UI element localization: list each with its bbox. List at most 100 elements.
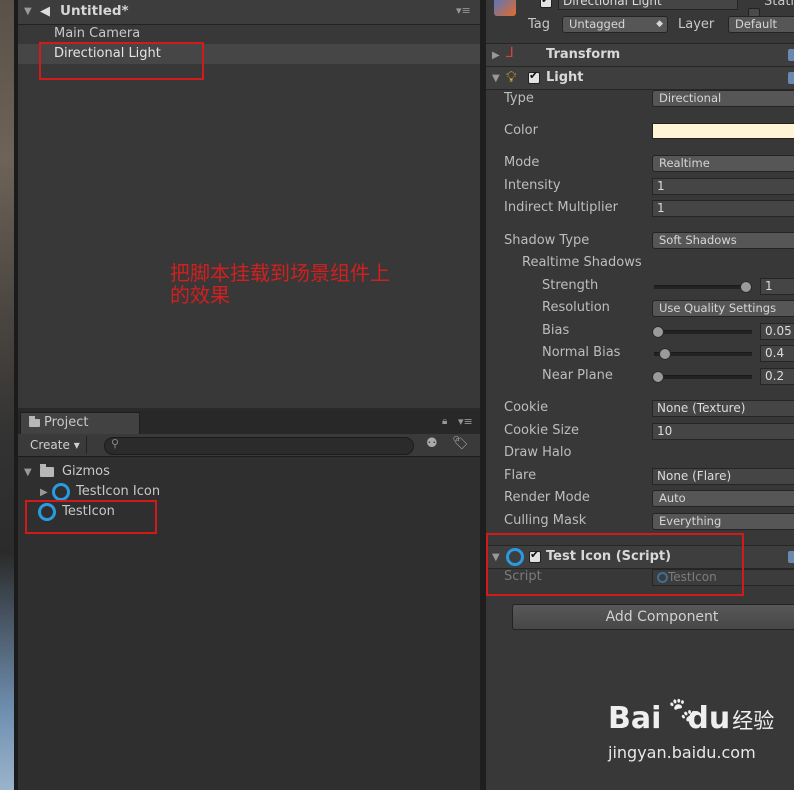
transform-header[interactable]: ▶ ⅃ Transform [486,43,794,67]
testicon-icon [51,482,70,501]
create-button[interactable]: Create ▾ [24,436,87,454]
folder-icon [39,463,54,477]
watermark-url: jingyan.baidu.com [608,743,756,762]
list-item-testicon-icon[interactable]: ▶ TestIcon Icon [40,482,160,502]
color-swatch[interactable] [652,123,794,139]
scene-title[interactable]: Untitled* [60,3,129,19]
expand-arrow-icon[interactable]: ▼ [24,467,32,478]
component-title: Light [546,70,584,85]
project-toolbar: Create ▾ ⚲ ⚉ 🏷︎ [18,434,480,457]
bias-field[interactable]: 0.05 [760,323,794,340]
expand-arrow-icon[interactable]: ▶ [492,50,500,61]
highlight-box [25,500,157,534]
annotation-line-1: 把脚本挂载到场景组件上 [170,261,390,285]
layer-dropdown[interactable]: Default [728,16,794,33]
help-icon[interactable] [788,72,794,84]
list-item-label: Gizmos [61,464,110,479]
resolution-dropdown[interactable]: Use Quality Settings [652,300,794,317]
tag-dropdown[interactable]: Untagged ◆ [562,16,668,33]
near-plane-label: Near Plane [542,368,613,383]
tag-value: Untagged [569,17,626,31]
flare-field[interactable]: None (Flare) [652,468,794,485]
intensity-field[interactable]: 1 [652,178,794,195]
strength-slider-knob[interactable] [740,281,752,293]
layer-value: Default [735,17,778,31]
tag-label: Tag [528,17,551,32]
color-label: Color [504,123,538,138]
static-label: Stati [764,0,794,9]
tab-project[interactable]: Project [20,412,140,434]
shadow-type-dropdown[interactable]: Soft Shadows [652,232,794,249]
unity-logo-icon: ◀ [40,4,50,19]
hierarchy-header: ▼ ◀ Untitled* ▾≡ [18,0,480,25]
inspector-panel: Directional Light Stati Tag Untagged ◆ La… [486,0,794,790]
light-enabled-checkbox[interactable] [528,69,540,84]
hierarchy-panel: ▼ ◀ Untitled* ▾≡ Main Camera Directional… [18,0,480,408]
active-checkbox[interactable] [540,0,552,8]
near-plane-slider-track[interactable] [654,375,752,379]
baidu-watermark: Bai 🐾︎ du经验 jingyan.baidu.com [608,696,794,784]
cookie-field[interactable]: None (Texture) [652,400,794,417]
realtime-shadows-label: Realtime Shadows [522,255,642,270]
mode-label: Mode [504,155,540,170]
tab-label: Project [44,415,89,430]
strength-slider-track[interactable] [654,285,752,289]
highlight-box [486,533,744,596]
paw-icon: 🐾︎ [666,696,700,726]
draw-halo-label: Draw Halo [504,445,572,460]
lock-icon[interactable]: 🔒︎ [442,416,447,427]
help-icon[interactable] [788,551,794,563]
filter-type-icon[interactable]: ⚉ [426,436,438,451]
resolution-label: Resolution [542,300,610,315]
light-header[interactable]: ▼ 💡︎ Light [486,66,794,90]
bias-label: Bias [542,323,570,338]
normal-bias-label: Normal Bias [542,345,621,360]
watermark-suffix: 经验 [732,709,775,733]
cookie-size-field[interactable]: 10 [652,423,794,440]
object-name-field[interactable]: Directional Light [558,0,738,10]
component-title: Transform [546,47,621,62]
project-panel: Project 🔒︎ ▾≡ Create ▾ ⚲ ⚉ 🏷︎ ▼ Gizmos ▶… [18,410,480,790]
render-mode-dropdown[interactable]: Auto [652,490,794,507]
watermark-brand: Bai [608,701,662,736]
collapse-arrow-icon[interactable]: ▼ [24,6,32,17]
hierarchy-item-main-camera[interactable]: Main Camera [18,24,480,44]
project-tabbar: Project 🔒︎ ▾≡ [18,410,480,435]
layer-label: Layer [678,17,715,32]
dropdown-arrow-icon: ◆ [656,19,663,29]
culling-mask-dropdown[interactable]: Everything [652,513,794,530]
list-item-gizmos[interactable]: ▼ Gizmos [24,462,110,482]
type-dropdown[interactable]: Directional [652,90,794,107]
panel-menu-icon[interactable]: ▾≡ [458,415,473,428]
annotation-line-2: 的效果 [170,283,230,307]
culling-mask-label: Culling Mask [504,513,587,528]
light-bulb-icon: 💡︎ [506,68,517,86]
gameobject-icon [494,0,516,16]
mode-dropdown[interactable]: Realtime [652,155,794,172]
bias-slider-track[interactable] [654,330,752,334]
expand-arrow-icon[interactable]: ▶ [40,487,48,498]
intensity-label: Intensity [504,178,561,193]
collapse-arrow-icon[interactable]: ▼ [492,73,500,84]
panel-menu-icon[interactable]: ▾≡ [456,4,471,17]
help-icon[interactable] [788,49,794,61]
cookie-label: Cookie [504,400,549,415]
type-label: Type [504,91,534,106]
indirect-multiplier-label: Indirect Multiplier [504,200,618,215]
indirect-multiplier-field[interactable]: 1 [652,200,794,217]
near-plane-field[interactable]: 0.2 [760,368,794,385]
strength-field[interactable]: 1 [760,278,794,295]
search-input[interactable]: ⚲ [104,437,414,455]
normal-bias-field[interactable]: 0.4 [760,345,794,362]
transform-icon: ⅃ [506,45,514,61]
create-label: Create [30,438,70,452]
search-icon: ⚲ [111,437,120,450]
normal-bias-slider-knob[interactable] [659,348,672,360]
shadow-type-label: Shadow Type [504,233,590,248]
add-component-button[interactable]: Add Component [512,604,794,630]
filter-label-icon[interactable]: 🏷︎ [452,436,469,451]
near-plane-slider-knob[interactable] [652,371,664,383]
bias-slider-knob[interactable] [652,326,664,338]
scene-view-strip [0,0,14,790]
list-item-label: TestIcon Icon [75,484,161,499]
